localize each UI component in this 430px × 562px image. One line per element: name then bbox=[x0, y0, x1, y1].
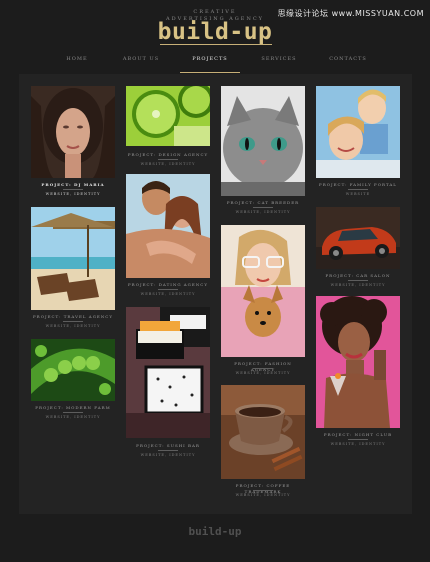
woman-with-dog-photo[interactable] bbox=[221, 225, 305, 357]
project-title: PROJECT: DATING AGENCY bbox=[127, 282, 208, 287]
project-title: PROJECT: CAT BREEDER bbox=[226, 200, 300, 205]
caption-divider bbox=[253, 490, 273, 491]
project-title: PROJECT: TRAVEL AGENCY bbox=[32, 314, 114, 319]
project-title: PROJECT: SUSHI BAR bbox=[136, 443, 200, 448]
nav-item-services[interactable]: SERVICES bbox=[244, 52, 314, 66]
caption-divider bbox=[348, 189, 368, 190]
caption-divider bbox=[253, 368, 273, 369]
sushi-photo[interactable] bbox=[126, 307, 210, 438]
nav-item-contacts[interactable]: CONTACTS bbox=[313, 52, 383, 66]
footer-logo[interactable]: build-up bbox=[0, 525, 430, 538]
project-title: PROJECT: MODERN FARM bbox=[35, 405, 111, 410]
project-title: PROJECT: DESIGN AGENCY bbox=[127, 152, 209, 157]
caption-divider bbox=[63, 189, 83, 190]
main-nav: HOME ABOUT US PROJECTS SERVICES CONTACTS bbox=[20, 52, 410, 72]
logo[interactable]: build-up bbox=[0, 19, 430, 45]
tagline-line-1: CREATIVE bbox=[193, 9, 237, 15]
project-subtitle: WEBSITE, IDENTITY bbox=[330, 442, 386, 446]
caption-divider bbox=[348, 280, 368, 281]
woman-portrait-photo[interactable] bbox=[31, 86, 115, 178]
caption-divider bbox=[63, 321, 83, 322]
couple-photo[interactable] bbox=[126, 174, 210, 278]
project-title: PROJECT: CAR SALON bbox=[325, 273, 391, 278]
project-title: PROJECT: NIGHT CLUB bbox=[323, 432, 393, 437]
project-subtitle: WEBSITE, IDENTITY bbox=[45, 324, 101, 328]
coffee-cup-photo[interactable] bbox=[221, 385, 305, 479]
logo-underline bbox=[160, 44, 272, 45]
project-subtitle: WEBSITE, IDENTITY bbox=[140, 162, 196, 166]
project-subtitle: WEBSITE, IDENTITY bbox=[235, 493, 291, 497]
project-subtitle: WEBSITE, IDENTITY bbox=[45, 192, 101, 196]
caption-divider bbox=[348, 439, 368, 440]
project-subtitle: WEBSITE, IDENTITY bbox=[235, 210, 291, 214]
nav-active-indicator bbox=[180, 72, 240, 73]
curly-hair-woman-photo[interactable] bbox=[316, 296, 400, 428]
beach-chairs-photo[interactable] bbox=[31, 207, 115, 310]
nav-item-about-us[interactable]: ABOUT US bbox=[106, 52, 176, 66]
projects-panel: PROJECT: DJ MARIA WEBSITE, IDENTITY PROJ… bbox=[19, 74, 412, 514]
caption-divider bbox=[158, 289, 178, 290]
nav-item-home[interactable]: HOME bbox=[42, 52, 112, 66]
project-subtitle: WEBSITE, IDENTITY bbox=[330, 283, 386, 287]
caption-divider bbox=[158, 450, 178, 451]
caption-divider bbox=[63, 412, 83, 413]
project-subtitle: WEBSITE, IDENTITY bbox=[140, 292, 196, 296]
project-title: PROJECT: DJ MARIA bbox=[41, 182, 105, 187]
caption-divider bbox=[158, 159, 178, 160]
grey-kitten-photo[interactable] bbox=[221, 86, 305, 196]
project-subtitle: WEBSITE bbox=[345, 192, 371, 196]
red-car-photo[interactable] bbox=[316, 207, 400, 269]
project-subtitle: WEBSITE, IDENTITY bbox=[235, 371, 291, 375]
nav-item-projects[interactable]: PROJECTS bbox=[175, 52, 245, 66]
mother-child-photo[interactable] bbox=[316, 86, 400, 178]
green-peas-photo[interactable] bbox=[31, 339, 115, 401]
project-subtitle: WEBSITE, IDENTITY bbox=[45, 415, 101, 419]
project-subtitle: WEBSITE, IDENTITY bbox=[140, 453, 196, 457]
project-title: PROJECT: FAMILY PORTAL bbox=[319, 182, 397, 187]
lime-slices-photo[interactable] bbox=[126, 86, 210, 146]
caption-divider bbox=[253, 207, 273, 208]
